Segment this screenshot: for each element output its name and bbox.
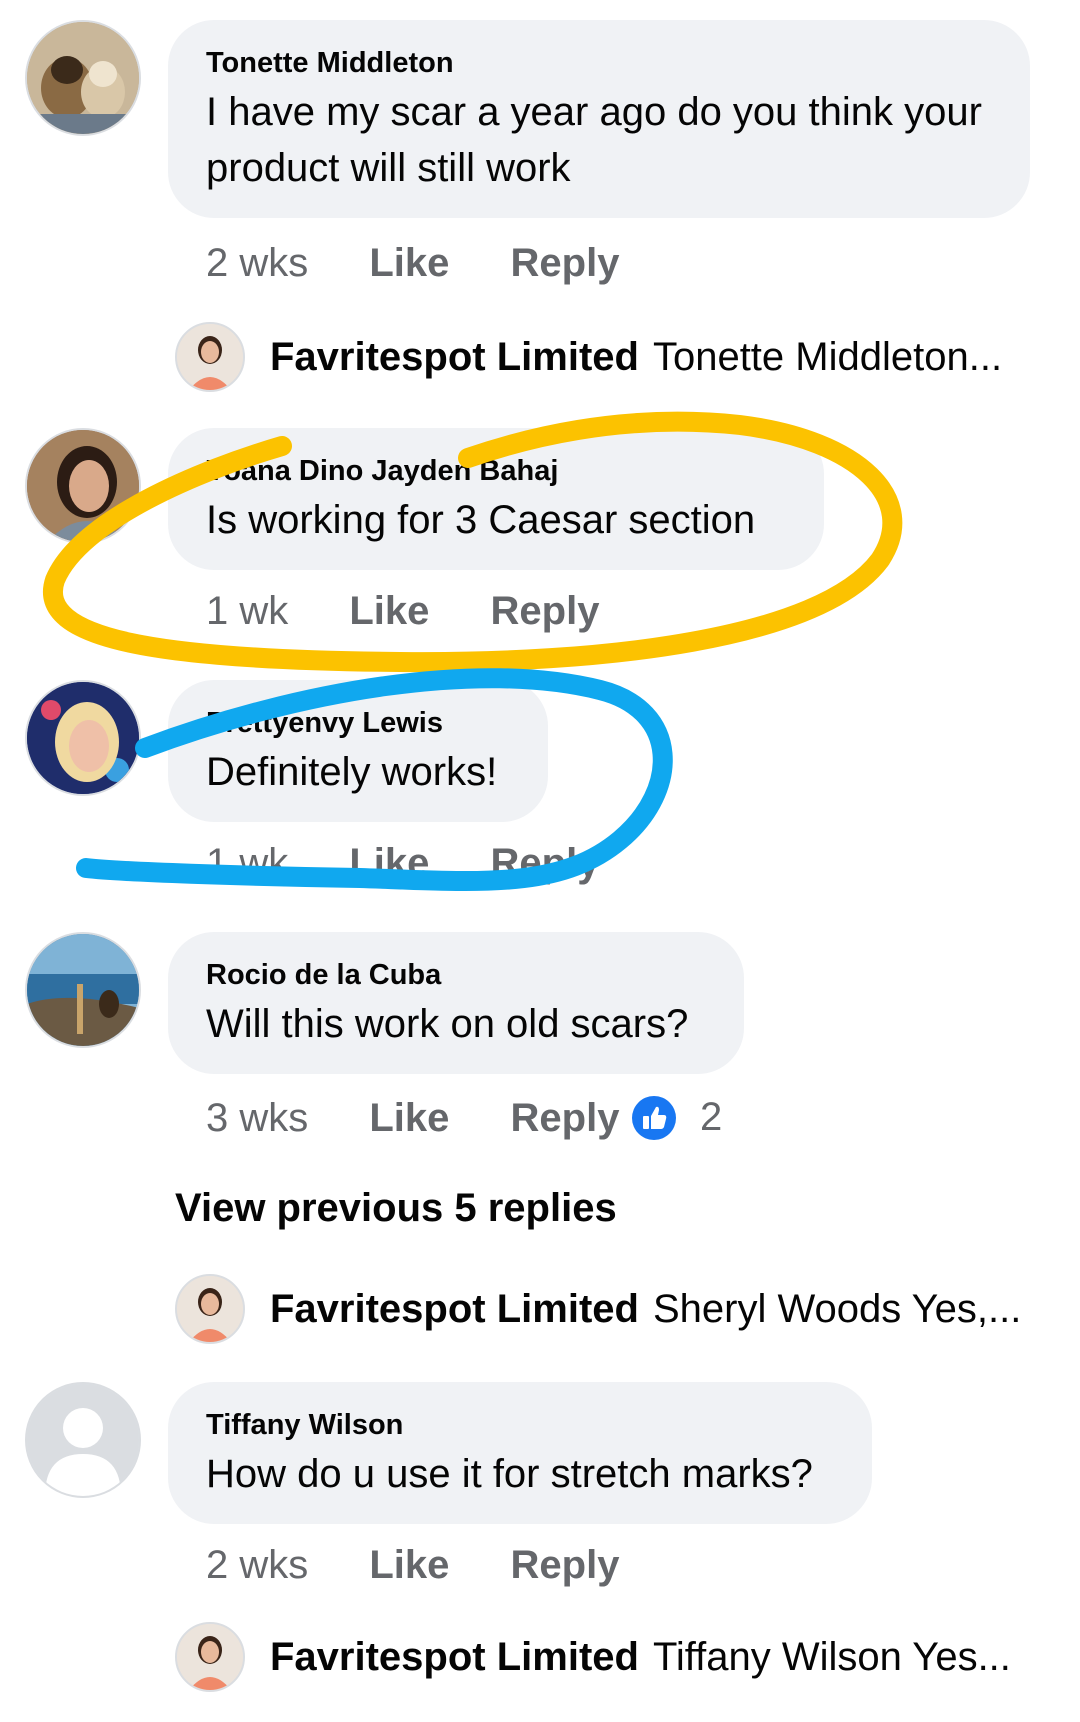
reaction-count[interactable]: 2 — [700, 1092, 722, 1142]
like-reaction-icon[interactable] — [632, 1096, 676, 1140]
comment-author[interactable]: Rocio de la Cuba — [206, 958, 706, 992]
person-photo — [27, 682, 139, 794]
avatar[interactable] — [25, 20, 141, 136]
comment-author[interactable]: Tiffany Wilson — [206, 1408, 834, 1442]
like-button[interactable]: Like — [369, 1093, 449, 1143]
like-button[interactable]: Like — [349, 586, 429, 636]
person-photo — [177, 324, 243, 390]
avatar[interactable] — [25, 428, 141, 544]
comment-bubble[interactable]: Yoana Dino Jayden Bahaj Is working for 3… — [168, 428, 824, 570]
like-button[interactable]: Like — [349, 838, 429, 888]
avatar[interactable] — [175, 1622, 245, 1692]
timestamp[interactable]: 3 wks — [206, 1093, 308, 1143]
view-previous-replies-link[interactable]: View previous 5 replies — [175, 1183, 617, 1233]
avatar[interactable] — [25, 680, 141, 796]
avatar[interactable] — [25, 1382, 141, 1498]
comment-text: How do u use it for stretch marks? — [206, 1452, 813, 1496]
avatar[interactable] — [175, 1274, 245, 1344]
beach-photo — [27, 934, 139, 1046]
comment-actions: 2 wks Like Reply — [206, 1540, 619, 1590]
comment-text: Is working for 3 Caesar section — [206, 498, 756, 542]
reply-snippet[interactable]: Sheryl Woods Yes,... — [653, 1287, 1021, 1331]
reply-author[interactable]: Favritespot Limited — [270, 1287, 639, 1331]
reply-button[interactable]: Reply — [511, 1540, 620, 1590]
avatar[interactable] — [25, 932, 141, 1048]
comment-author[interactable]: Yoana Dino Jayden Bahaj — [206, 454, 786, 488]
person-photo — [177, 1276, 243, 1342]
reply-button[interactable]: Reply — [491, 586, 600, 636]
like-button[interactable]: Like — [369, 1540, 449, 1590]
comment-text: Definitely works! — [206, 750, 498, 794]
reply-button[interactable]: Reply — [511, 1093, 620, 1143]
reply-button[interactable]: Reply — [511, 238, 620, 288]
person-photo — [177, 1624, 243, 1690]
comment-text: I have my scar a year ago do you think y… — [206, 90, 982, 190]
like-button[interactable]: Like — [369, 238, 449, 288]
reply-snippet[interactable]: Tonette Middleton... — [653, 335, 1002, 379]
default-avatar-icon — [27, 1384, 139, 1496]
reply-snippet[interactable]: Tiffany Wilson Yes... — [653, 1635, 1011, 1679]
comment-bubble[interactable]: Rocio de la Cuba Will this work on old s… — [168, 932, 744, 1074]
avatar[interactable] — [175, 322, 245, 392]
reply-author[interactable]: Favritespot Limited — [270, 1635, 639, 1679]
comment-bubble[interactable]: Tonette Middleton I have my scar a year … — [168, 20, 1030, 218]
comment-actions: 1 wk Like Reply — [206, 586, 599, 636]
comment-bubble[interactable]: Prettyenvy Lewis Definitely works! — [168, 680, 548, 822]
person-photo — [27, 430, 139, 542]
comment-text: Will this work on old scars? — [206, 1002, 689, 1046]
comment-author[interactable]: Prettyenvy Lewis — [206, 706, 510, 740]
reply-author[interactable]: Favritespot Limited — [270, 335, 639, 379]
reply-preview[interactable]: Favritespot Limited Sheryl Woods Yes,... — [175, 1274, 1055, 1344]
timestamp[interactable]: 1 wk — [206, 586, 288, 636]
dogs-photo — [27, 22, 139, 134]
reply-button[interactable]: Reply — [491, 838, 600, 888]
comment-actions: 1 wk Like Reply — [206, 838, 599, 888]
timestamp[interactable]: 2 wks — [206, 1540, 308, 1590]
timestamp[interactable]: 1 wk — [206, 838, 288, 888]
comment-actions: 2 wks Like Reply — [206, 238, 619, 288]
reply-preview[interactable]: Favritespot Limited Tiffany Wilson Yes... — [175, 1622, 1055, 1692]
reply-preview[interactable]: Favritespot Limited Tonette Middleton... — [175, 322, 1055, 392]
thumbs-up-icon — [643, 1106, 667, 1129]
comment-actions: 3 wks Like Reply — [206, 1093, 619, 1143]
timestamp[interactable]: 2 wks — [206, 238, 308, 288]
comment-bubble[interactable]: Tiffany Wilson How do u use it for stret… — [168, 1382, 872, 1524]
comment-author[interactable]: Tonette Middleton — [206, 46, 992, 80]
